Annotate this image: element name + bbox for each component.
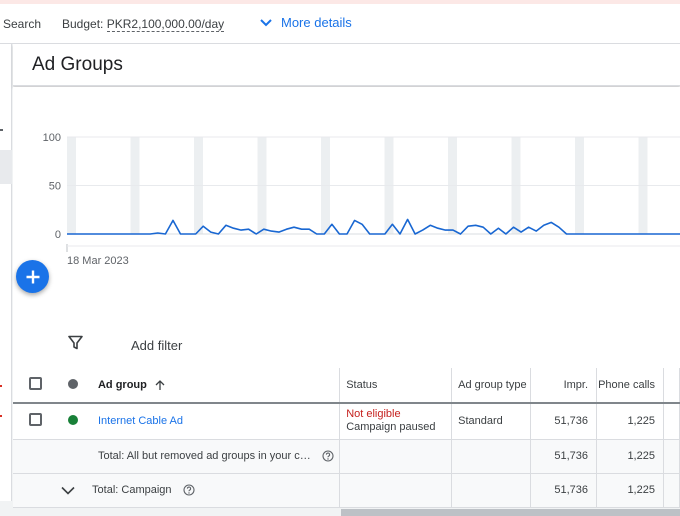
line-chart: 100 50 0 18 Mar 2023 [43, 132, 680, 267]
table-header-row: Ad group Status Ad group type Impr. Phon… [13, 368, 680, 404]
page-header: Ad Groups [13, 44, 680, 86]
column-header-overflow [663, 368, 680, 404]
series-line [67, 218, 680, 235]
y-tick-label: 50 [49, 181, 61, 193]
budget-info: Budget: PKR2,100,000.00/day [62, 17, 225, 32]
ad-groups-table: Ad group Status Ad group type Impr. Phon… [13, 368, 680, 508]
budget-label: Budget: [62, 17, 104, 31]
y-tick-label: 100 [43, 132, 61, 144]
total-row-campaign: Total: Campaign 51,736 1,225 [13, 473, 680, 508]
column-header-ad-group-type[interactable]: Ad group type [451, 368, 532, 404]
side-nav-edge [0, 44, 12, 501]
chevron-down-icon [260, 18, 272, 26]
side-nav-selected-item[interactable] [0, 150, 12, 184]
column-header-ad-group[interactable]: Ad group [85, 368, 341, 404]
total-row-all-but-removed: Total: All but removed ad groups in your… [13, 439, 680, 474]
arrow-up-icon [155, 379, 165, 390]
status-reason: Campaign paused [346, 421, 436, 434]
column-header-status[interactable]: Status [339, 368, 453, 404]
ad-groups-panel: Ad Groups 100 50 0 18 Mar 2023 Add filter A… [13, 44, 680, 516]
impr-cell: 51,736 [530, 403, 598, 440]
more-details-label: More details [281, 15, 352, 30]
total-phone-calls-cell: 1,225 [596, 473, 664, 508]
more-details-button[interactable]: More details [260, 15, 352, 30]
phone-calls-cell: 1,225 [596, 403, 664, 440]
y-tick-label: 0 [55, 229, 61, 241]
total-impr-cell: 51,736 [530, 473, 598, 508]
status-marker [0, 415, 2, 417]
select-all-checkbox[interactable] [29, 377, 42, 390]
total-phone-calls-cell: 1,225 [596, 439, 664, 474]
chevron-down-icon[interactable] [61, 486, 75, 495]
horizontal-scrollbar[interactable] [341, 509, 680, 516]
ad-group-type-cell: Standard [451, 403, 532, 440]
campaign-header-bar: Search Budget: PKR2,100,000.00/day More … [0, 4, 680, 44]
column-header-phone-calls[interactable]: Phone calls [596, 368, 664, 404]
column-header-impr[interactable]: Impr. [530, 368, 598, 404]
nav-marker [0, 129, 3, 131]
x-start-label: 18 Mar 2023 [67, 255, 129, 267]
status-marker [0, 385, 2, 387]
enabled-status-dot[interactable] [67, 414, 78, 425]
status-cell: Not eligible Campaign paused [339, 403, 453, 440]
status-dot-header [67, 378, 78, 389]
page-title: Ad Groups [32, 54, 123, 75]
ad-group-name-link[interactable]: Internet Cable Ad [98, 415, 183, 427]
search-label[interactable]: Search [3, 17, 41, 31]
budget-value[interactable]: PKR2,100,000.00/day [106, 17, 225, 32]
filter-bar: Add filter [13, 322, 680, 368]
total-label: Total: Campaign [92, 483, 172, 496]
plus-icon [26, 270, 39, 283]
table-row: Internet Cable Ad Not eligible Campaign … [13, 403, 680, 440]
total-label: Total: All but removed ad groups in your… [97, 449, 311, 462]
help-icon[interactable] [183, 484, 195, 496]
performance-chart: 100 50 0 18 Mar 2023 [13, 87, 680, 322]
column-label: Ad group [97, 379, 147, 391]
filter-icon[interactable] [68, 335, 83, 350]
help-icon[interactable] [322, 450, 334, 462]
add-filter-button[interactable]: Add filter [131, 338, 182, 353]
status-not-eligible[interactable]: Not eligible [346, 408, 451, 421]
add-button[interactable] [16, 260, 49, 293]
row-checkbox[interactable] [29, 413, 42, 427]
total-impr-cell: 51,736 [530, 439, 598, 474]
